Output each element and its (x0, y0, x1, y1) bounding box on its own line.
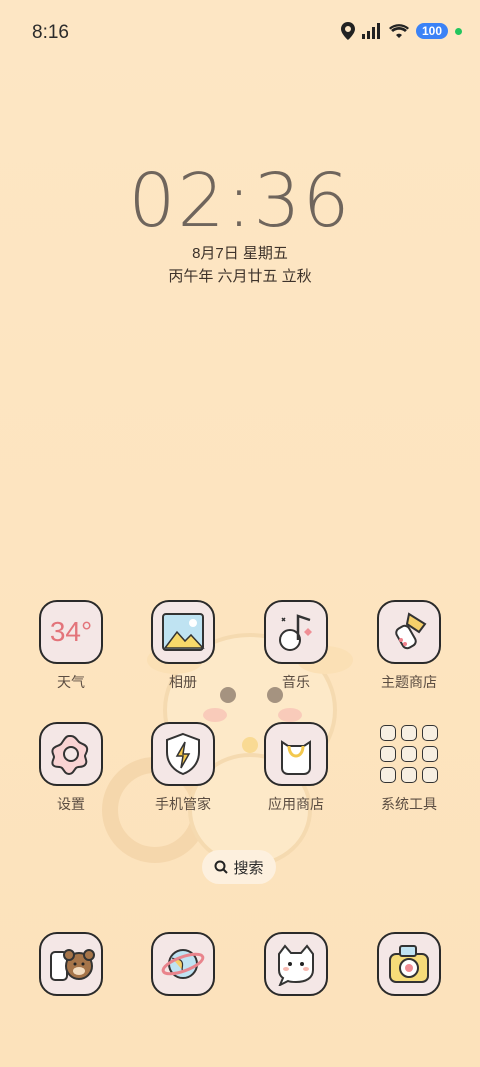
app-label-settings: 设置 (57, 796, 85, 812)
music-icon (264, 600, 328, 664)
security-icon (151, 722, 215, 786)
folder-mini-icon (422, 746, 438, 762)
system-tools-folder-icon (377, 722, 441, 786)
dock-browser[interactable] (128, 932, 238, 996)
app-theme-store[interactable]: 主题商店 (354, 600, 464, 692)
app-gallery[interactable]: 相册 (128, 600, 238, 692)
folder-mini-icon (422, 767, 438, 783)
dock-phone[interactable] (16, 932, 126, 996)
dock-camera[interactable] (354, 932, 464, 996)
search-icon (214, 860, 229, 874)
active-dot-icon (455, 27, 462, 35)
app-label-theme-store: 主题商店 (381, 674, 437, 690)
status-bar: 8:16 100 (0, 0, 480, 68)
wifi-icon (388, 24, 409, 38)
messages-icon (264, 932, 328, 996)
battery-icon: 100 (415, 23, 448, 39)
location-icon (340, 22, 355, 40)
camera-icon (377, 932, 441, 996)
app-label-system-tools: 系统工具 (381, 796, 437, 812)
theme-store-icon (377, 600, 441, 664)
app-store-icon (264, 722, 328, 786)
folder-mini-icon (380, 725, 396, 741)
phone-icon (39, 932, 103, 996)
lockscreen-clock: 02:36 (128, 158, 352, 244)
browser-icon (151, 932, 215, 996)
folder-mini-icon (380, 767, 396, 783)
folder-mini-icon (401, 725, 417, 741)
folder-mini-icon (401, 746, 417, 762)
gallery-icon (151, 600, 215, 664)
settings-icon (39, 722, 103, 786)
folder-mini-icon (422, 725, 438, 741)
lockscreen-date: 8月7日 星期五 (192, 245, 288, 262)
app-label-music: 音乐 (282, 674, 310, 690)
folder-mini-icon (380, 746, 396, 762)
folder-system-tools[interactable]: 系统工具 (354, 722, 464, 814)
search-label: 搜索 (233, 859, 264, 877)
folder-mini-icon (401, 767, 417, 783)
signal-icon (361, 23, 380, 39)
app-label-gallery: 相册 (169, 674, 197, 690)
app-phone-manager[interactable]: 手机管家 (128, 722, 238, 814)
status-icons: 100 (340, 22, 462, 40)
app-music[interactable]: 音乐 (241, 600, 351, 692)
app-app-store[interactable]: 应用商店 (241, 722, 351, 814)
weather-temperature: 34° (49, 616, 93, 647)
status-time: 8:16 (32, 22, 69, 43)
app-label-app-store: 应用商店 (268, 796, 324, 812)
weather-icon: 34° (39, 600, 103, 664)
lockscreen-lunar-date: 丙午年 六月廿五 立秋 (168, 268, 312, 285)
app-label-weather: 天气 (57, 674, 85, 690)
app-settings[interactable]: 设置 (16, 722, 126, 814)
dock-messages[interactable] (241, 932, 351, 996)
search-button[interactable]: 搜索 (202, 850, 276, 884)
app-weather[interactable]: 34° 天气 (16, 600, 126, 692)
app-label-phone-manager: 手机管家 (155, 796, 211, 812)
